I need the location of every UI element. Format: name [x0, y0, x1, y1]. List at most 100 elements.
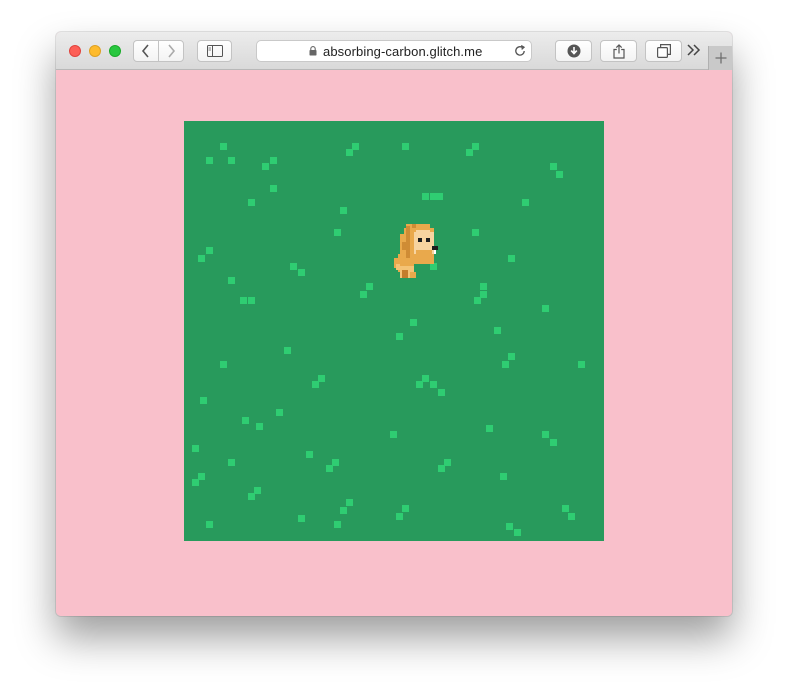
grass-tuft [298, 515, 305, 522]
grass-tuft [334, 521, 341, 528]
grass-tuft [198, 255, 205, 262]
grass-tuft [390, 431, 397, 438]
grass-tuft [494, 327, 501, 334]
grass-tuft [578, 361, 585, 368]
share-button[interactable] [600, 40, 637, 62]
grass-tuft [430, 193, 437, 200]
grass-tuft [402, 505, 409, 512]
page-content [56, 70, 732, 616]
grass-tuft [332, 459, 339, 466]
tabs-overview-icon [656, 44, 671, 58]
grass-tuft [542, 431, 549, 438]
grass-tuft [346, 499, 353, 506]
grass-tuft [522, 199, 529, 206]
grass-tuft [270, 157, 277, 164]
grass-tuft [284, 347, 291, 354]
grass-tuft [422, 375, 429, 382]
grass-tuft [438, 465, 445, 472]
grass-tuft [340, 207, 347, 214]
share-icon [612, 43, 625, 59]
grass-tuft [514, 529, 521, 536]
grass-tuft [206, 157, 213, 164]
chevron-left-icon [141, 44, 149, 58]
forward-button[interactable] [158, 40, 184, 62]
double-chevron-icon[interactable] [687, 43, 701, 57]
close-window-button[interactable] [69, 45, 81, 57]
grass-tuft [508, 353, 515, 360]
grass-tuft [276, 409, 283, 416]
new-tab-button[interactable] [708, 46, 732, 70]
grass-tuft [568, 513, 575, 520]
grass-tufts [192, 143, 585, 536]
grass-tuft [254, 487, 261, 494]
grass-tuft [340, 507, 347, 514]
grass-tuft [550, 439, 557, 446]
grass-tuft [500, 473, 507, 480]
tab-overview-button[interactable] [645, 40, 682, 62]
grass-tuft [270, 185, 277, 192]
game-canvas[interactable] [184, 121, 604, 541]
address-url: absorbing-carbon.glitch.me [323, 44, 483, 59]
grass-tuft [228, 459, 235, 466]
zoom-window-button[interactable] [109, 45, 121, 57]
grass-tuft [506, 523, 513, 530]
sidebar-icon [206, 45, 223, 57]
grass-tuft [366, 283, 373, 290]
chevron-right-icon [168, 44, 176, 58]
grass-tuft [318, 375, 325, 382]
grass-tuft [550, 163, 557, 170]
lock-icon [309, 46, 317, 56]
grass-tuft [474, 297, 481, 304]
grass-tuft [472, 229, 479, 236]
reload-icon[interactable] [513, 44, 527, 58]
grass-tuft [422, 193, 429, 200]
grass-tuft [248, 493, 255, 500]
grass-tuft [486, 425, 493, 432]
grass-tuft [192, 479, 199, 486]
grass-tuft [220, 143, 227, 150]
sidebar-button[interactable] [197, 40, 232, 62]
grass-tuft [480, 283, 487, 290]
grass-tuft [228, 157, 235, 164]
browser-toolbar: absorbing-carbon.glitch.me [56, 32, 732, 70]
browser-window: absorbing-carbon.glitch.me [56, 32, 732, 616]
grass-tuft [228, 277, 235, 284]
grass-tuft [430, 381, 437, 388]
grass-tuft [402, 143, 409, 150]
grass-tuft [306, 451, 313, 458]
download-icon [567, 44, 580, 58]
grass-tuft [556, 171, 563, 178]
grass-tuft [242, 417, 249, 424]
grass-tuft [290, 263, 297, 270]
grass-tuft [256, 423, 263, 430]
grass-tuft [472, 143, 479, 150]
grass-tuft [220, 361, 227, 368]
downloads-button[interactable] [555, 40, 592, 62]
grass-tuft [562, 505, 569, 512]
grass-tuft [502, 361, 509, 368]
grass-tuft [198, 473, 205, 480]
grass-tuft [396, 333, 403, 340]
grass-tuft [352, 143, 359, 150]
grass-tuft [410, 319, 417, 326]
grass-tuft [200, 397, 207, 404]
grass-tuft [416, 381, 423, 388]
back-button[interactable] [133, 40, 159, 62]
address-bar[interactable]: absorbing-carbon.glitch.me [256, 40, 532, 62]
plus-icon [715, 52, 726, 64]
grass-tuft [438, 389, 445, 396]
grass-tuft [346, 149, 353, 156]
grass-tuft [262, 163, 269, 170]
lion-player [394, 224, 438, 278]
grass-tuft [298, 269, 305, 276]
grass-tuft [192, 445, 199, 452]
grass-tuft [444, 459, 451, 466]
grass-tuft [248, 199, 255, 206]
grass-tuft [240, 297, 247, 304]
grass-tuft [360, 291, 367, 298]
grass-tuft [312, 381, 319, 388]
grass-tuft [436, 193, 443, 200]
minimize-window-button[interactable] [89, 45, 101, 57]
grass-tuft [480, 291, 487, 298]
grass-tuft [206, 521, 213, 528]
